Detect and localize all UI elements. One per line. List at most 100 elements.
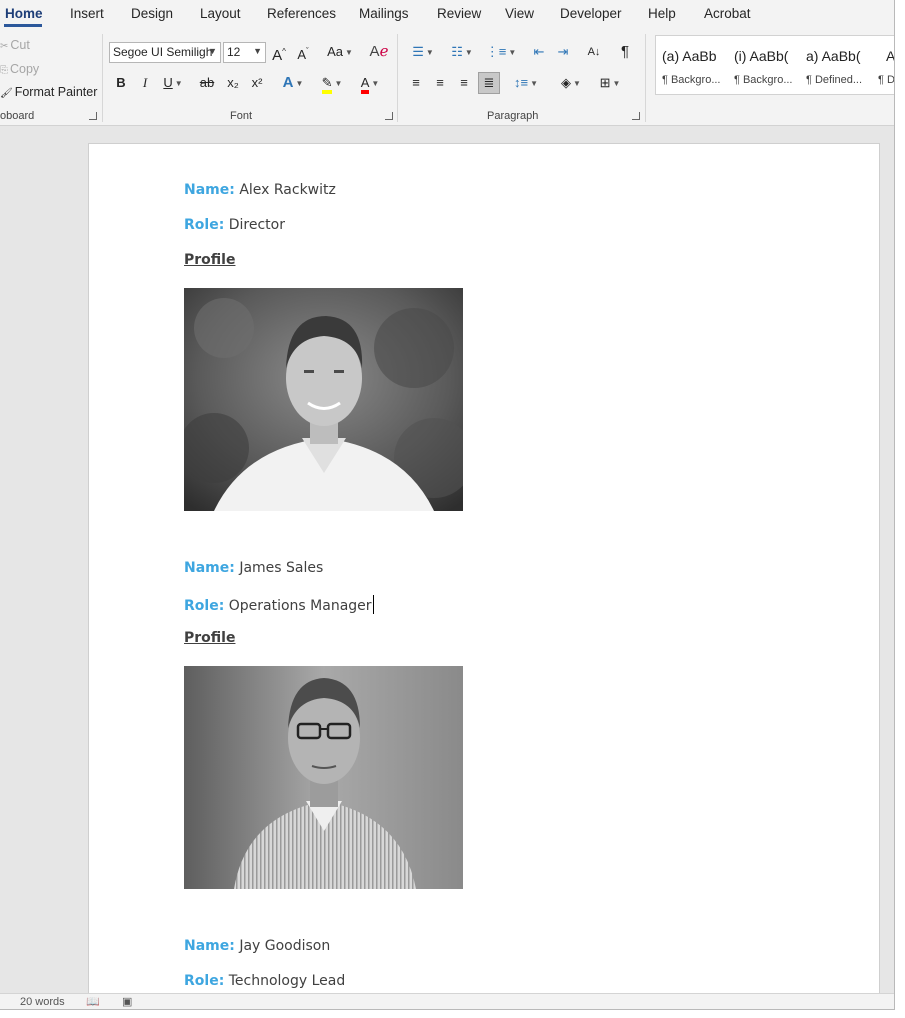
style-item[interactable]: (a) AaBb ¶ Backgro...	[656, 36, 728, 94]
role-value: Operations Manager	[228, 598, 372, 614]
name-line: Name: Jay Goodison	[184, 938, 330, 954]
role-line: Role: Director	[184, 217, 285, 233]
style-name: ¶ Defined...	[806, 74, 863, 86]
style-preview: a) AaBb(	[806, 48, 861, 64]
cut-button[interactable]: ✂ Cut	[0, 38, 30, 52]
format-painter-button[interactable]: 🖌 Format Painter	[0, 85, 97, 99]
name-label: Name:	[184, 560, 235, 576]
style-name: ¶ Backgro...	[734, 74, 793, 86]
chevron-down-icon: ▼	[425, 47, 434, 57]
subscript-button[interactable]: x₂	[224, 73, 242, 93]
style-item[interactable]: A ¶ D	[878, 36, 894, 94]
tab-view[interactable]: View	[505, 6, 534, 21]
tab-mailings[interactable]: Mailings	[359, 6, 409, 21]
italic-button[interactable]: I	[136, 73, 154, 93]
portrait-photo-james-icon	[184, 666, 463, 889]
grow-font-button[interactable]: A^	[270, 42, 288, 64]
decrease-indent-button[interactable]: ⇤	[529, 42, 549, 62]
accessibility-icon[interactable]: ▣	[122, 995, 132, 1008]
clear-formatting-button[interactable]: Aℯ	[368, 42, 390, 62]
chevron-down-icon: ▼	[253, 46, 262, 56]
shrink-font-button[interactable]: Aˇ	[294, 42, 312, 62]
align-left-icon: ≡	[412, 75, 420, 90]
tab-layout[interactable]: Layout	[200, 6, 241, 21]
bold-button[interactable]: B	[112, 73, 130, 93]
style-item[interactable]: (i) AaBb( ¶ Backgro...	[728, 36, 800, 94]
text-effects-icon: A	[282, 74, 294, 91]
font-family-select[interactable]: Segoe UI Semiligh ▼	[109, 42, 221, 63]
scissors-icon: ✂	[0, 41, 9, 52]
justify-button[interactable]: ≣	[478, 72, 500, 94]
role-value: Technology Lead	[228, 973, 346, 989]
document-page[interactable]: Name: Alex Rackwitz Role: Director Profi…	[88, 143, 880, 993]
role-label: Role:	[184, 217, 225, 233]
group-divider	[645, 34, 646, 122]
tab-references[interactable]: References	[267, 6, 336, 21]
align-right-button[interactable]: ≡	[454, 73, 474, 93]
status-bar: 20 words 📖 ▣	[0, 993, 894, 1009]
tab-review[interactable]: Review	[437, 6, 481, 21]
paragraph-dialog-launcher-icon[interactable]	[632, 112, 640, 120]
chevron-down-icon: ▼	[612, 78, 621, 88]
numbering-icon: ☷	[451, 44, 463, 59]
shading-button[interactable]: ◈ ▼	[554, 73, 588, 93]
chevron-down-icon: ▼	[573, 78, 581, 88]
pilcrow-icon: ¶	[620, 43, 630, 60]
font-dialog-launcher-icon[interactable]	[385, 112, 393, 120]
change-case-button[interactable]: Aa ▼	[324, 42, 356, 62]
tab-insert[interactable]: Insert	[70, 6, 104, 21]
name-value: James Sales	[239, 560, 324, 576]
highlighter-icon: ✎	[321, 75, 333, 94]
word-window: Home Insert Design Layout References Mai…	[0, 0, 895, 1010]
style-item[interactable]: a) AaBb( ¶ Defined...	[800, 36, 872, 94]
justify-icon: ≣	[483, 75, 495, 90]
increase-indent-button[interactable]: ⇥	[553, 42, 573, 62]
portrait-photo-alex-icon	[184, 288, 463, 511]
style-preview: (a) AaBb	[662, 48, 717, 64]
grow-font-icon: A^	[272, 47, 286, 64]
multilevel-list-icon: ⋮≡	[485, 44, 507, 59]
text-effects-button[interactable]: A ▼	[278, 73, 308, 93]
sort-button[interactable]: A↓	[583, 42, 605, 62]
role-label: Role:	[184, 973, 225, 989]
chevron-down-icon: ▼	[174, 78, 183, 88]
align-left-button[interactable]: ≡	[406, 73, 426, 93]
proofing-icon[interactable]: 📖	[86, 995, 100, 1008]
tab-help[interactable]: Help	[648, 6, 676, 21]
copy-button[interactable]: ⎘ Copy	[0, 62, 39, 76]
superscript-button[interactable]: x²	[248, 73, 266, 93]
word-count[interactable]: 20 words	[20, 996, 65, 1008]
numbering-button[interactable]: ☷ ▼	[445, 42, 479, 62]
portrait-photo[interactable]	[184, 666, 463, 889]
tab-acrobat[interactable]: Acrobat	[704, 6, 751, 21]
font-size-select[interactable]: 12 ▼	[223, 42, 266, 63]
paragraph-group-label: Paragraph	[487, 110, 539, 122]
font-color-button[interactable]: A ▼	[354, 73, 386, 94]
center-button[interactable]: ≡	[430, 73, 450, 93]
strikethrough-button[interactable]: ab	[197, 73, 217, 93]
underline-button[interactable]: U ▼	[158, 73, 188, 93]
chevron-down-icon: ▼	[344, 47, 353, 57]
portrait-photo[interactable]	[184, 288, 463, 511]
name-line: Name: James Sales	[184, 560, 323, 576]
multilevel-list-button[interactable]: ⋮≡ ▼	[485, 42, 517, 62]
change-case-icon: Aa	[327, 44, 343, 59]
paint-bucket-icon: ◈	[561, 75, 572, 90]
tab-design[interactable]: Design	[131, 6, 173, 21]
bullets-icon: ☰	[412, 44, 424, 59]
tab-developer[interactable]: Developer	[560, 6, 622, 21]
tab-home[interactable]: Home	[5, 6, 43, 21]
line-spacing-button[interactable]: ↕≡ ▼	[509, 73, 543, 93]
clipboard-dialog-launcher-icon[interactable]	[89, 112, 97, 120]
profile-heading: Profile	[184, 252, 236, 268]
font-group-label: Font	[230, 110, 253, 122]
line-spacing-icon: ↕≡	[513, 75, 529, 90]
borders-button[interactable]: ⊞ ▼	[593, 73, 627, 93]
shrink-font-icon: Aˇ	[297, 47, 309, 63]
highlight-color-button[interactable]: ✎ ▼	[316, 73, 348, 94]
chevron-down-icon: ▼	[508, 47, 517, 57]
show-formatting-button[interactable]: ¶	[615, 42, 635, 62]
bullets-button[interactable]: ☰ ▼	[407, 42, 439, 62]
chevron-down-icon: ▼	[371, 78, 380, 88]
chevron-down-icon: ▼	[295, 78, 304, 88]
